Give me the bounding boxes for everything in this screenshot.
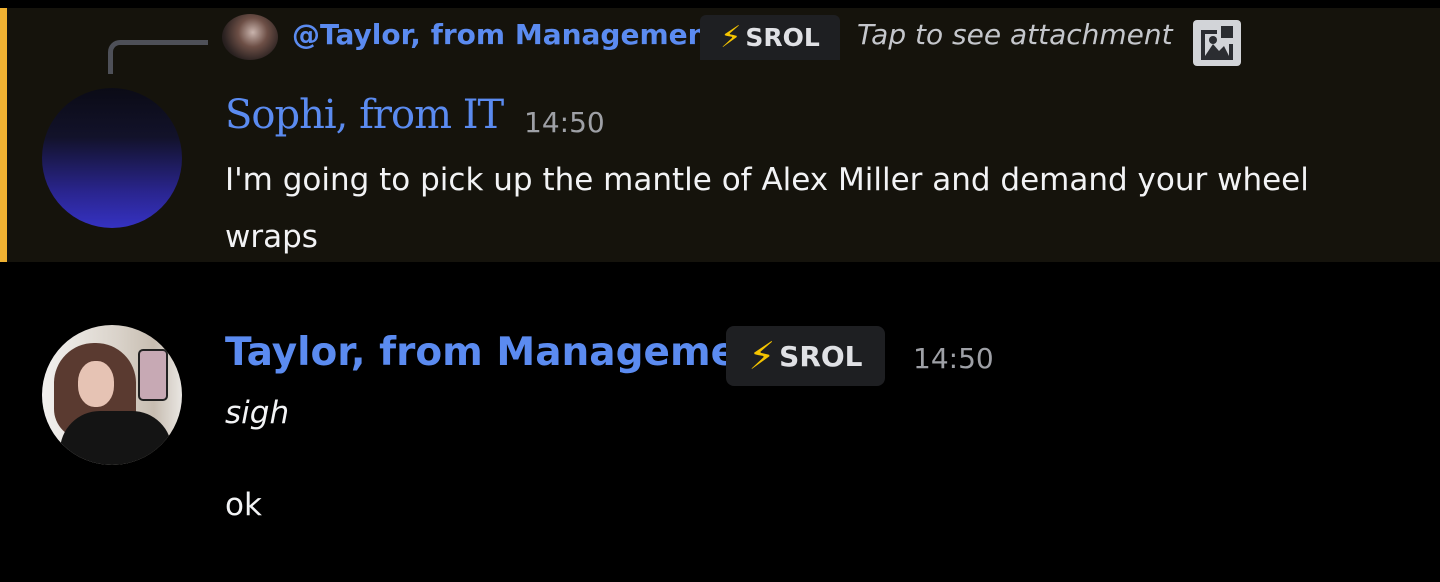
message-line: ok bbox=[225, 487, 262, 523]
reply-connector-line bbox=[108, 40, 208, 74]
lightning-icon: ⚡ bbox=[720, 19, 742, 55]
avatar-phone bbox=[138, 349, 168, 401]
author-name[interactable]: Taylor, from Management bbox=[225, 330, 783, 375]
timestamp: 14:50 bbox=[913, 342, 994, 375]
lightning-icon: ⚡ bbox=[748, 334, 776, 378]
reply-avatar[interactable] bbox=[222, 14, 278, 60]
message-content: I'm going to pick up the mantle of Alex … bbox=[225, 162, 1309, 255]
avatar-face bbox=[78, 361, 114, 407]
author-name[interactable]: Sophi, from IT bbox=[225, 92, 504, 138]
avatar[interactable] bbox=[42, 325, 182, 465]
mention-indicator-bar bbox=[0, 8, 7, 262]
reply-role-label: SROL bbox=[745, 23, 820, 52]
image-icon[interactable] bbox=[1193, 20, 1241, 66]
message-line: sigh bbox=[225, 395, 290, 431]
role-badge[interactable]: ⚡ SROL bbox=[726, 326, 885, 386]
reply-mention[interactable]: @Taylor, from Management bbox=[292, 18, 721, 51]
timestamp: 14:50 bbox=[524, 106, 605, 139]
role-label: SROL bbox=[779, 339, 863, 373]
reply-role-badge[interactable]: ⚡ SROL bbox=[700, 15, 840, 60]
avatar-body bbox=[60, 411, 172, 465]
avatar[interactable] bbox=[42, 88, 182, 228]
reply-attachment-link[interactable]: Tap to see attachment bbox=[857, 18, 1173, 51]
